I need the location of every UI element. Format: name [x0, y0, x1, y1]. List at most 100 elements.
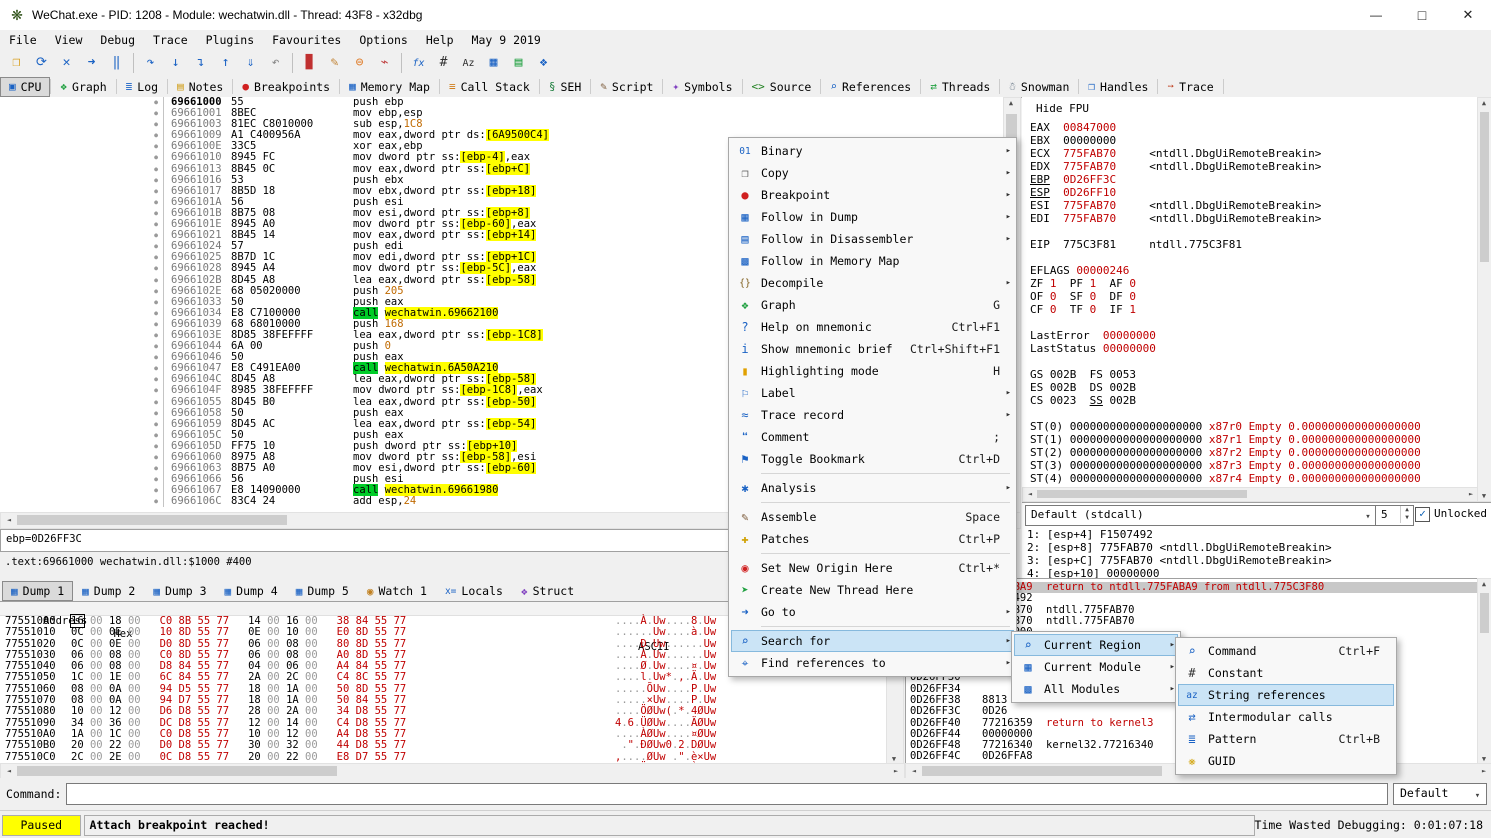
breakpoint-dot-icon[interactable]	[0, 430, 164, 441]
tab-trace[interactable]: ➙Trace	[1158, 77, 1222, 97]
step-back-button[interactable]: ↶	[263, 51, 288, 75]
breakpoint-dot-icon[interactable]	[0, 297, 164, 308]
menu-item-breakpoint[interactable]: ●Breakpoint▸	[731, 184, 1014, 206]
hide-fpu-button[interactable]: Hide FPU	[1028, 100, 1097, 117]
scroll-right-icon[interactable]	[1477, 767, 1491, 775]
tab-struct[interactable]: ❖Struct	[512, 581, 583, 601]
menu-item-follow-in-dump[interactable]: ▦Follow in Dump▸	[731, 206, 1014, 228]
tab-symbols[interactable]: ✦Symbols	[663, 77, 741, 97]
menu-help[interactable]: Help	[417, 32, 463, 48]
breakpoint-dot-icon[interactable]	[0, 408, 164, 419]
breakpoint-dot-icon[interactable]	[0, 152, 164, 163]
tab-references[interactable]: ⌕References	[821, 77, 920, 97]
breakpoint-dot-icon[interactable]	[0, 263, 164, 274]
tab-dump-2[interactable]: ▦Dump 2	[73, 581, 144, 601]
scroll-thumb[interactable]	[1480, 112, 1489, 262]
menu-plugins[interactable]: Plugins	[197, 32, 263, 48]
constant-button[interactable]: #	[431, 51, 456, 75]
breakpoint-dot-icon[interactable]	[0, 330, 164, 341]
menu-item-copy[interactable]: ❐Copy▸	[731, 162, 1014, 184]
scroll-left-icon[interactable]	[2, 516, 16, 524]
step-over-button[interactable]: ↴	[188, 51, 213, 75]
run-button[interactable]: ➜	[79, 51, 104, 75]
breakpoint-dot-icon[interactable]	[0, 97, 164, 108]
string-search-button[interactable]: Az	[456, 51, 481, 75]
run-to-user-code-button[interactable]: ⇓	[238, 51, 263, 75]
menu-item-guid[interactable]: ❋GUID	[1178, 750, 1394, 772]
breakpoint-dot-icon[interactable]	[0, 397, 164, 408]
tab-dump-3[interactable]: ▦Dump 3	[144, 581, 215, 601]
tab-script[interactable]: ✎Script	[591, 77, 662, 97]
breakpoint-dot-icon[interactable]	[0, 485, 164, 496]
pause-button[interactable]: ‖	[104, 51, 129, 75]
unlocked-checkbox[interactable]	[1415, 507, 1430, 522]
breakpoint-dot-icon[interactable]	[0, 308, 164, 319]
tab-breakpoints[interactable]: ●Breakpoints	[233, 77, 339, 97]
scroll-up-icon[interactable]	[1478, 580, 1490, 588]
patch-button[interactable]: ⊜	[347, 51, 372, 75]
breakpoint-dot-icon[interactable]	[0, 175, 164, 186]
menu-item-analysis[interactable]: ✱Analysis▸	[731, 477, 1014, 499]
tab-dump-4[interactable]: ▦Dump 4	[216, 581, 287, 601]
breakpoint-edit-button[interactable]: ✎	[322, 51, 347, 75]
menu-item-trace-record[interactable]: ≈Trace record▸	[731, 404, 1014, 426]
menu-item-current-region[interactable]: ⌕Current Region▸	[1014, 634, 1178, 656]
menu-item-label[interactable]: ⚐Label▸	[731, 382, 1014, 404]
tab-graph[interactable]: ❖Graph	[51, 77, 115, 97]
tab-notes[interactable]: ▤Notes	[168, 77, 232, 97]
menu-item-constant[interactable]: #Constant	[1178, 662, 1394, 684]
breakpoint-dot-icon[interactable]	[0, 219, 164, 230]
tab-locals[interactable]: x=Locals	[436, 581, 512, 601]
menu-file[interactable]: File	[0, 32, 46, 48]
breakpoint-dot-icon[interactable]	[0, 186, 164, 197]
run-unhandled-button[interactable]: ↷	[138, 51, 163, 75]
tab-threads[interactable]: ⇄Threads	[921, 77, 999, 97]
scroll-up-icon[interactable]	[1004, 99, 1018, 107]
menu-item-assemble[interactable]: ✎AssembleSpace	[731, 506, 1014, 528]
breakpoint-dot-icon[interactable]	[0, 341, 164, 352]
breakpoint-dot-icon[interactable]	[0, 286, 164, 297]
close-icon[interactable]	[1445, 0, 1491, 30]
scroll-thumb[interactable]	[17, 766, 337, 776]
menu-item-toggle-bookmark[interactable]: ⚑Toggle BookmarkCtrl+D	[731, 448, 1014, 470]
breakpoint-dot-icon[interactable]	[0, 463, 164, 474]
breakpoint-dot-icon[interactable]	[0, 230, 164, 241]
breakpoint-dot-icon[interactable]	[0, 275, 164, 286]
execute-till-return-button[interactable]: ↑	[213, 51, 238, 75]
tab-cpu[interactable]: ▣CPU	[0, 77, 50, 97]
scroll-right-icon[interactable]	[1465, 490, 1477, 498]
menu-item-pattern[interactable]: ≣PatternCtrl+B	[1178, 728, 1394, 750]
breakpoint-dot-icon[interactable]	[0, 141, 164, 152]
inject-button[interactable]: ⌁	[372, 51, 397, 75]
breakpoint-dot-icon[interactable]	[0, 441, 164, 452]
registers-vscrollbar[interactable]	[1477, 97, 1491, 502]
menu-item-current-module[interactable]: ▦Current Module▸	[1014, 656, 1178, 678]
disasm-row[interactable]: 696610018BECmov ebp,esp	[0, 108, 1003, 119]
menu-view[interactable]: View	[46, 32, 92, 48]
breakpoint-dot-icon[interactable]	[0, 452, 164, 463]
menu-item-highlighting-mode[interactable]: ▮Highlighting modeH	[731, 360, 1014, 382]
menu-item-search-for[interactable]: ⌕Search for▸	[731, 630, 1014, 652]
step-into-button[interactable]: ↓	[163, 51, 188, 75]
tab-source[interactable]: <>Source	[743, 77, 821, 97]
tab-snowman[interactable]: ☃Snowman	[1000, 77, 1078, 97]
menu-item-help-on-mnemonic[interactable]: ?Help on mnemonicCtrl+F1	[731, 316, 1014, 338]
menu-item-follow-in-memory-map[interactable]: ▩Follow in Memory Map	[731, 250, 1014, 272]
tab-seh[interactable]: §SEH	[540, 77, 590, 97]
menu-item-string-references[interactable]: azString references	[1178, 684, 1394, 706]
scroll-left-icon[interactable]	[2, 767, 16, 775]
stack-vscrollbar[interactable]	[1477, 578, 1491, 765]
menu-favourites[interactable]: Favourites	[263, 32, 350, 48]
menu-item-go-to[interactable]: ➜Go to▸	[731, 601, 1014, 623]
scroll-down-icon[interactable]	[1478, 492, 1490, 500]
tab-handles[interactable]: ❒Handles	[1079, 77, 1157, 97]
menu-trace[interactable]: Trace	[144, 32, 197, 48]
breakpoint-dot-icon[interactable]	[0, 319, 164, 330]
breakpoint-dot-icon[interactable]	[0, 352, 164, 363]
menu-item-find-references-to[interactable]: ⌖Find references to▸	[731, 652, 1014, 674]
stepper-arrows-icon[interactable]: ▲▼	[1400, 506, 1413, 523]
argument-count-stepper[interactable]: 5 ▲▼	[1375, 505, 1414, 526]
tab-memory-map[interactable]: ▦Memory Map	[340, 77, 439, 97]
command-script-select[interactable]: Default	[1393, 783, 1487, 805]
breakpoint-dot-icon[interactable]	[0, 241, 164, 252]
